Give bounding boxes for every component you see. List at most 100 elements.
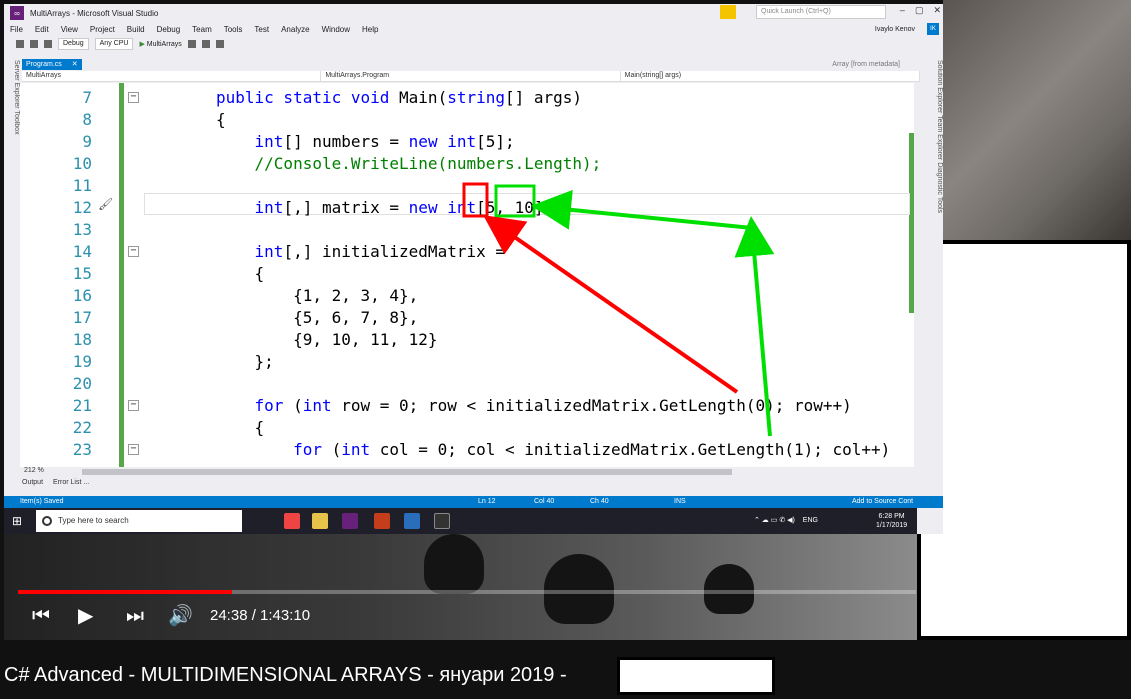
code-line[interactable]: 15 { <box>20 263 914 285</box>
menu-tools[interactable]: Tools <box>224 25 243 34</box>
menu-analyze[interactable]: Analyze <box>281 25 309 34</box>
taskbar-clock[interactable]: 6:28 PM 1/17/2019 <box>876 512 907 530</box>
collapse-toggle-icon[interactable]: − <box>128 92 139 103</box>
code-text[interactable]: { <box>216 417 265 439</box>
code-line[interactable]: 22 { <box>20 417 914 439</box>
play-button-icon[interactable]: ▶ <box>78 598 93 634</box>
code-text[interactable]: int[] numbers = new int[5]; <box>216 131 515 153</box>
code-text[interactable]: for (int col = 0; col < initializedMatri… <box>216 439 890 461</box>
left-tool-panels[interactable]: Server Explorer Toolbox <box>4 56 20 496</box>
time-display: 24:38 / 1:43:10 <box>210 607 311 624</box>
code-text[interactable]: {1, 2, 3, 4}, <box>216 285 418 307</box>
code-line[interactable]: 7 public static void Main(string[] args) <box>20 87 914 109</box>
code-line[interactable]: 10 //Console.WriteLine(numbers.Length); <box>20 153 914 175</box>
app-icon[interactable] <box>404 513 420 529</box>
maximize-icon[interactable]: ▢ <box>915 5 924 16</box>
scrollbar-thumb[interactable] <box>82 469 732 475</box>
zoom-level[interactable]: 212 % <box>24 467 44 474</box>
code-text[interactable]: { <box>216 109 226 131</box>
code-text[interactable]: for (int row = 0; row < initializedMatri… <box>216 395 852 417</box>
back-icon[interactable] <box>16 40 24 48</box>
menu-debug[interactable]: Debug <box>157 25 181 34</box>
code-line[interactable]: 17 {5, 6, 7, 8}, <box>20 307 914 329</box>
code-text[interactable]: {9, 10, 11, 12} <box>216 329 438 351</box>
taskbar-search-input[interactable]: Type here to search <box>36 510 242 532</box>
quick-launch-input[interactable]: Quick Launch (Ctrl+Q) <box>756 5 886 19</box>
terminal-icon[interactable] <box>434 513 450 529</box>
member-dropdown[interactable]: Main(string[] args) <box>621 71 920 81</box>
code-text[interactable]: { <box>216 263 265 285</box>
type-dropdown[interactable]: MultiArrays.Program <box>321 71 621 81</box>
code-line[interactable]: 19 }; <box>20 351 914 373</box>
chrome-icon[interactable] <box>284 513 300 529</box>
signed-in-user[interactable]: Ivaylo Kenov <box>875 26 915 33</box>
start-button[interactable]: ▶ MultiArrays <box>139 40 181 48</box>
visual-studio-taskbar-icon[interactable] <box>342 513 358 529</box>
close-icon[interactable]: ✕ <box>933 5 941 16</box>
redacted-title-part <box>617 657 775 695</box>
language-indicator[interactable]: ENG <box>803 517 818 524</box>
collapse-toggle-icon[interactable]: − <box>128 246 139 257</box>
code-line[interactable]: 8{ <box>20 109 914 131</box>
menu-window[interactable]: Window <box>322 25 350 34</box>
tab-program-cs[interactable]: Program.cs ✕ <box>22 59 82 70</box>
powerpoint-icon[interactable] <box>374 513 390 529</box>
next-icon[interactable]: ⏭ <box>126 598 144 634</box>
notification-flag-icon[interactable] <box>720 5 736 19</box>
code-line[interactable]: 16 {1, 2, 3, 4}, <box>20 285 914 307</box>
code-line[interactable]: 9 int[] numbers = new int[5]; <box>20 131 914 153</box>
code-text[interactable]: int[,] initializedMatrix = <box>216 241 505 263</box>
person-silhouette <box>424 534 484 594</box>
code-line[interactable]: 13 <box>20 219 914 241</box>
toolbar-icon[interactable] <box>201 40 210 48</box>
tab-metadata[interactable]: Array [from metadata] <box>832 61 900 68</box>
menu-edit[interactable]: Edit <box>35 25 49 34</box>
add-to-source-control[interactable]: Add to Source Cont <box>852 496 913 508</box>
code-text[interactable]: }; <box>216 351 274 373</box>
windows-start-icon[interactable]: ⊞ <box>12 515 24 527</box>
code-text[interactable]: //Console.WriteLine(numbers.Length); <box>216 153 602 175</box>
tray-icons[interactable]: ⌃ ☁ ▭ ✆ ◀) <box>754 517 795 524</box>
video-progress-bar[interactable] <box>18 590 916 594</box>
bookmark-icon[interactable] <box>215 40 224 48</box>
code-text[interactable]: public static void Main(string[] args) <box>216 87 582 109</box>
collapse-toggle-icon[interactable]: − <box>128 400 139 411</box>
platform-select[interactable]: Any CPU <box>94 38 134 50</box>
code-text[interactable]: {5, 6, 7, 8}, <box>216 307 418 329</box>
tab-error-list[interactable]: Error List ... <box>53 479 89 490</box>
right-tool-panels[interactable]: Solution Explorer Team Explorer Diagnost… <box>925 56 943 496</box>
save-all-icon[interactable] <box>30 40 38 48</box>
menu-build[interactable]: Build <box>127 25 145 34</box>
volume-icon[interactable]: 🔊 <box>168 598 193 634</box>
code-line[interactable]: 11 <box>20 175 914 197</box>
code-editor[interactable]: 🖌 7 public static void Main(string[] args… <box>20 83 914 467</box>
file-explorer-icon[interactable] <box>312 513 328 529</box>
user-avatar[interactable]: IK <box>927 23 939 35</box>
configuration-select[interactable]: Debug <box>58 38 89 50</box>
menu-help[interactable]: Help <box>362 25 378 34</box>
code-line[interactable]: 18 {9, 10, 11, 12} <box>20 329 914 351</box>
menu-file[interactable]: File <box>10 25 23 34</box>
menu-project[interactable]: Project <box>90 25 115 34</box>
menu-view[interactable]: View <box>61 25 78 34</box>
toolbar-icon[interactable] <box>187 40 196 48</box>
code-line[interactable]: 14 int[,] initializedMatrix = <box>20 241 914 263</box>
tab-close-icon[interactable]: ✕ <box>72 59 78 70</box>
minimize-icon[interactable]: – <box>900 5 905 16</box>
code-line[interactable]: 12 int[,] matrix = new int[5, 10]; <box>20 197 914 219</box>
menu-team[interactable]: Team <box>192 25 212 34</box>
horizontal-scrollbar[interactable]: 212 % <box>22 467 920 477</box>
menu-test[interactable]: Test <box>254 25 269 34</box>
vs-menu-bar: File Edit View Project Build Debug Team … <box>4 22 943 36</box>
line-number: 8 <box>82 110 92 129</box>
code-line[interactable]: 21 for (int row = 0; row < initializedMa… <box>20 395 914 417</box>
code-line[interactable]: 23 for (int col = 0; col < initializedMa… <box>20 439 914 461</box>
collapse-toggle-icon[interactable]: − <box>128 444 139 455</box>
code-text[interactable]: int[,] matrix = new int[5, 10]; <box>216 197 554 219</box>
video-frame[interactable]: ∞ MultiArrays - Microsoft Visual Studio … <box>0 0 1131 699</box>
project-dropdown[interactable]: MultiArrays <box>22 71 322 81</box>
tab-output[interactable]: Output <box>22 479 43 490</box>
previous-icon[interactable]: ⏮ <box>32 598 50 634</box>
undo-icon[interactable] <box>44 40 52 48</box>
code-line[interactable]: 20 <box>20 373 914 395</box>
